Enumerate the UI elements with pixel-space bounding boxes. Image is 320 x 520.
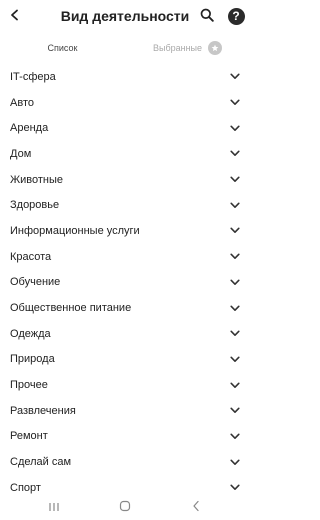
- nav-back-icon: [191, 499, 201, 517]
- search-button[interactable]: [196, 6, 218, 28]
- category-item[interactable]: Обучение: [0, 270, 250, 296]
- category-item[interactable]: Здоровье: [0, 192, 250, 218]
- category-label: Одежда: [10, 327, 51, 340]
- category-item[interactable]: Красота: [0, 244, 250, 270]
- chevron-down-icon[interactable]: [230, 175, 240, 185]
- chevron-down-icon[interactable]: [230, 277, 240, 287]
- category-label: Развлечения: [10, 404, 76, 417]
- chevron-down-icon[interactable]: [230, 457, 240, 467]
- category-list: IT-сфера Авто Аренда Дом Животные Здоровье Инф…: [0, 64, 250, 501]
- chevron-down-icon[interactable]: [230, 200, 240, 210]
- chevron-down-icon[interactable]: [230, 226, 240, 236]
- chevron-down-icon[interactable]: [230, 483, 240, 493]
- category-label: Информационные услуги: [10, 224, 140, 237]
- category-label: Прочее: [10, 379, 48, 392]
- tab-label: Выбранные: [152, 43, 203, 53]
- chevron-down-icon[interactable]: [230, 380, 240, 390]
- category-label: IT-сфера: [10, 70, 56, 83]
- chevron-down-icon[interactable]: [230, 406, 240, 416]
- app-header: Вид деятельности ?: [0, 0, 250, 34]
- category-label: Авто: [10, 96, 34, 109]
- category-label: Аренда: [10, 122, 49, 135]
- category-item[interactable]: Развлечения: [0, 398, 250, 424]
- category-item[interactable]: Общественное питание: [0, 295, 250, 321]
- category-item[interactable]: Авто: [0, 90, 250, 116]
- chevron-down-icon[interactable]: [230, 123, 240, 133]
- category-label: Дом: [10, 147, 32, 160]
- category-label: Сделай сам: [10, 456, 72, 469]
- chevron-down-icon[interactable]: [230, 252, 240, 262]
- category-label: Обучение: [10, 276, 61, 289]
- category-label: Ремонт: [10, 430, 48, 443]
- chevron-down-icon[interactable]: [230, 354, 240, 364]
- chevron-down-icon[interactable]: [230, 431, 240, 441]
- category-item[interactable]: Аренда: [0, 115, 250, 141]
- help-button[interactable]: ?: [226, 6, 246, 26]
- search-icon: [200, 8, 214, 27]
- nav-back-button[interactable]: [187, 500, 205, 516]
- category-label: Спорт: [10, 481, 41, 494]
- help-icon: ?: [227, 7, 245, 25]
- category-item[interactable]: Природа: [0, 347, 250, 373]
- category-label: Здоровье: [10, 199, 60, 212]
- recents-icon: [48, 499, 60, 517]
- category-label: Природа: [10, 353, 55, 366]
- category-item[interactable]: Сделай сам: [0, 449, 250, 475]
- category-item[interactable]: Животные: [0, 167, 250, 193]
- recents-button[interactable]: [45, 500, 63, 516]
- chevron-down-icon[interactable]: [230, 329, 240, 339]
- system-nav-bar: [0, 496, 250, 520]
- tab-bar: Список Выбранные: [0, 36, 250, 62]
- chevron-down-icon[interactable]: [230, 98, 240, 108]
- category-item[interactable]: Одежда: [0, 321, 250, 347]
- tab-label: Список: [47, 43, 78, 53]
- chevron-down-icon[interactable]: [230, 72, 240, 82]
- star-icon: [208, 41, 223, 55]
- chevron-down-icon[interactable]: [230, 303, 240, 313]
- tab-list[interactable]: Список: [0, 36, 125, 60]
- category-item[interactable]: Ремонт: [0, 424, 250, 450]
- category-label: Животные: [10, 173, 64, 186]
- category-item[interactable]: IT-сфера: [0, 64, 250, 90]
- home-icon: [119, 499, 131, 517]
- chevron-down-icon[interactable]: [230, 149, 240, 159]
- category-item[interactable]: Прочее: [0, 372, 250, 398]
- category-label: Общественное питание: [10, 302, 132, 315]
- category-label: Красота: [10, 250, 52, 263]
- category-item[interactable]: Информационные услуги: [0, 218, 250, 244]
- category-item[interactable]: Дом: [0, 141, 250, 167]
- tab-favorites[interactable]: Выбранные: [125, 36, 250, 60]
- home-button[interactable]: [116, 500, 134, 516]
